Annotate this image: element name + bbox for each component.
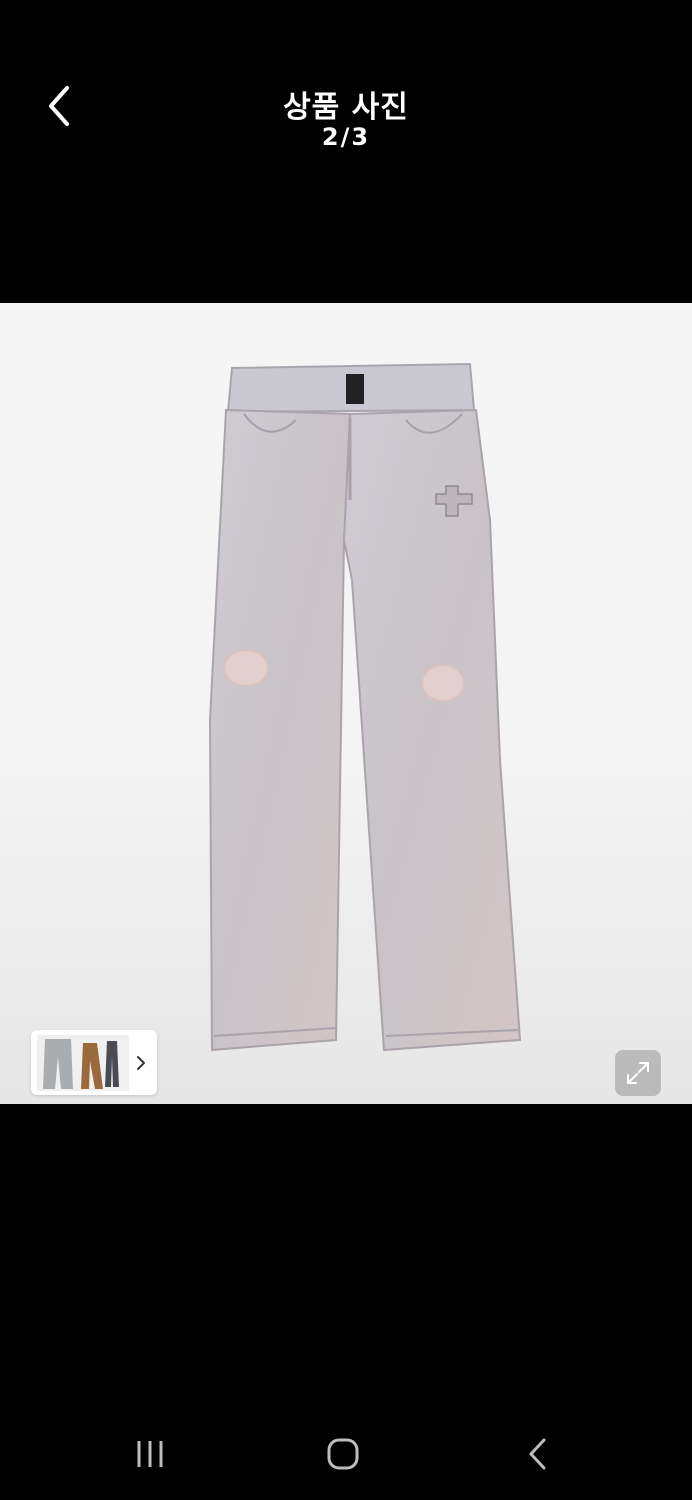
system-nav-bar <box>0 1404 692 1500</box>
home-icon <box>327 1438 359 1470</box>
top-bar: 상품 사진 2/3 <box>0 0 692 303</box>
jeans-image <box>208 362 522 1052</box>
thumbnail-strip[interactable] <box>31 1030 157 1095</box>
recents-icon <box>137 1441 163 1467</box>
thumbnail-image <box>37 1034 129 1091</box>
home-button[interactable] <box>313 1434 373 1474</box>
image-counter: 2/3 <box>321 123 371 151</box>
back-icon <box>529 1438 546 1470</box>
expand-button[interactable] <box>615 1050 661 1096</box>
expand-icon <box>627 1062 649 1084</box>
product-photo[interactable] <box>0 303 692 1104</box>
nav-back-button[interactable] <box>508 1434 568 1474</box>
chevron-right-icon <box>135 1054 147 1072</box>
page-title: 상품 사진 <box>283 90 409 125</box>
recents-button[interactable] <box>120 1434 180 1474</box>
